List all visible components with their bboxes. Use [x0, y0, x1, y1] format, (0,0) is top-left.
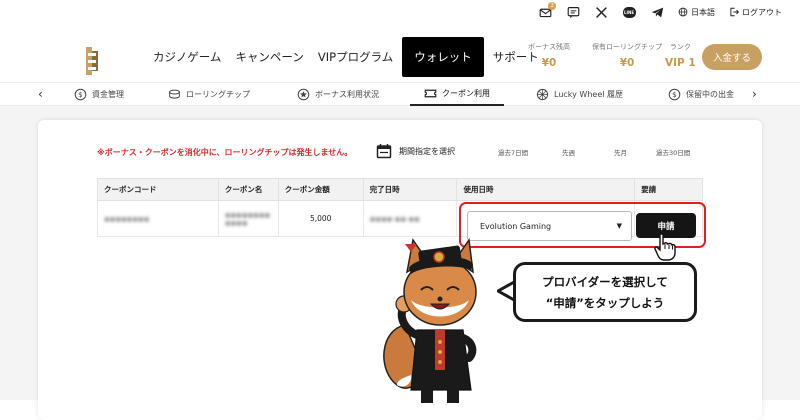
subnav-label: ローリングチップ: [186, 90, 250, 99]
subnav-label: Lucky Wheel 履歴: [554, 90, 623, 99]
period-selector[interactable]: 期間指定を選択: [376, 143, 455, 159]
x-icon[interactable]: [594, 5, 608, 19]
subnav-pending-withdrawal[interactable]: $ 保留中の出金: [668, 83, 734, 106]
line-icon[interactable]: LINE: [622, 5, 636, 19]
bubble-line-2: “申請”をタップしよう: [545, 295, 665, 310]
star-circle-icon: [297, 88, 310, 101]
blurred-date: ●●●●-●●-●●: [369, 215, 420, 223]
rolling-chip-warning: ※ボーナス・クーポンを消化中に、ローリングチップは発生しません。: [97, 148, 353, 157]
subnav-rolling-chip[interactable]: ローリングチップ: [168, 83, 250, 106]
main-nav: カジノゲーム キャンペーン VIPプログラム ウォレット サポート: [146, 37, 546, 77]
bonus-credit-label: ボーナス残高: [528, 43, 570, 51]
nav-vip-program[interactable]: VIPプログラム: [311, 37, 400, 77]
mail-icon[interactable]: 3: [538, 2, 556, 19]
wallet-subnav: ‹ $ 資金管理 ローリングチップ ボーナス利用状況 クーポン利用 Lucky …: [0, 82, 800, 106]
chip-stack-icon: [169, 89, 180, 99]
logout-button[interactable]: ログアウト: [729, 7, 782, 18]
fox-mascot: [383, 237, 477, 403]
pointer-hand-icon: [654, 233, 676, 261]
logout-label: ログアウト: [742, 7, 782, 17]
range-last-month[interactable]: 先月: [614, 147, 627, 157]
table-header-row: クーポンコード クーポン名 クーポン金額 完了日時 使用日時 要請: [97, 178, 703, 201]
header-request: 要請: [634, 178, 703, 201]
deposit-button[interactable]: 入金する: [702, 44, 762, 70]
rolling-chip-label: 保有ローリングチップ: [592, 43, 662, 51]
chat-icon[interactable]: [566, 5, 580, 19]
cell-coupon-code: ●●●●●●●●: [97, 200, 219, 237]
blurred-code: ●●●●●●●●: [104, 215, 150, 223]
svg-text:$: $: [672, 90, 677, 99]
subnav-bonus-status[interactable]: ボーナス利用状況: [297, 83, 379, 106]
globe-icon: [678, 7, 688, 17]
period-label: 期間指定を選択: [399, 146, 455, 156]
subnav-fund-management[interactable]: $ 資金管理: [74, 83, 124, 106]
mail-badge: 3: [548, 2, 556, 10]
top-utility-bar: 3 LINE 日本語 ログアウト: [0, 0, 800, 24]
dollar-circle-icon: $: [74, 88, 87, 101]
subnav-coupon-use[interactable]: クーポン利用: [410, 83, 504, 106]
nav-campaign[interactable]: キャンペーン: [228, 37, 310, 77]
nav-casino-games[interactable]: カジノゲーム: [146, 37, 228, 77]
rank-label: ランク: [669, 43, 691, 51]
brand-logo[interactable]: [84, 47, 100, 75]
cell-coupon-amount: 5,000: [277, 200, 364, 237]
blurred-name-line1: ●●●●●●●●: [224, 210, 271, 219]
range-last-30-days[interactable]: 過去30日間: [656, 147, 690, 157]
subnav-prev-arrow[interactable]: ‹: [38, 87, 43, 101]
subnav-label: 保留中の出金: [686, 90, 734, 99]
header-completed-at: 完了日時: [362, 178, 458, 201]
speech-bubble: プロバイダーを選択して “申請”をタップしよう: [513, 262, 697, 322]
nav-wallet[interactable]: ウォレット: [402, 37, 484, 77]
subnav-lucky-wheel-history[interactable]: Lucky Wheel 履歴: [536, 83, 623, 106]
language-button[interactable]: 日本語: [678, 7, 715, 18]
range-last-week[interactable]: 先週: [562, 147, 575, 157]
subnav-label: クーポン利用: [442, 89, 490, 98]
telegram-icon[interactable]: [650, 5, 664, 19]
line-logo: LINE: [622, 6, 636, 18]
caret-down-icon: ▼: [616, 222, 622, 230]
ticket-icon: [424, 89, 437, 98]
dollar-circle-icon: $: [668, 88, 681, 101]
logout-icon: [730, 7, 739, 17]
range-last-7-days[interactable]: 過去7日間: [498, 147, 528, 157]
cell-coupon-name: ●●●●●●●● ●●●●: [217, 200, 279, 237]
main-header: カジノゲーム キャンペーン VIPプログラム ウォレット サポート ボーナス残高…: [0, 34, 800, 80]
bubble-line-1: プロバイダーを選択して: [542, 274, 668, 289]
calendar-icon: [376, 144, 392, 159]
rank-display: ランク VIP 1: [665, 42, 696, 69]
language-label: 日本語: [691, 7, 715, 17]
rolling-chip-value: ¥0: [619, 57, 635, 69]
subnav-label: 資金管理: [92, 90, 124, 99]
bonus-credit-value: ¥0: [541, 57, 557, 69]
rolling-chip-balance: 保有ローリングチップ ¥0: [592, 42, 662, 69]
header-coupon-code: クーポンコード: [97, 178, 219, 201]
subnav-next-arrow[interactable]: ›: [752, 87, 757, 101]
bonus-credit-balance: ボーナス残高 ¥0: [528, 42, 570, 69]
wheel-icon: [536, 88, 549, 101]
subnav-label: ボーナス利用状況: [315, 90, 379, 99]
header-coupon-name: クーポン名: [217, 178, 279, 201]
svg-text:$: $: [78, 90, 83, 99]
blurred-name-line2: ●●●●: [224, 218, 248, 227]
rank-value: VIP 1: [665, 57, 696, 69]
header-coupon-amount: クーポン金額: [277, 178, 364, 201]
header-used-at: 使用日時: [456, 178, 636, 201]
